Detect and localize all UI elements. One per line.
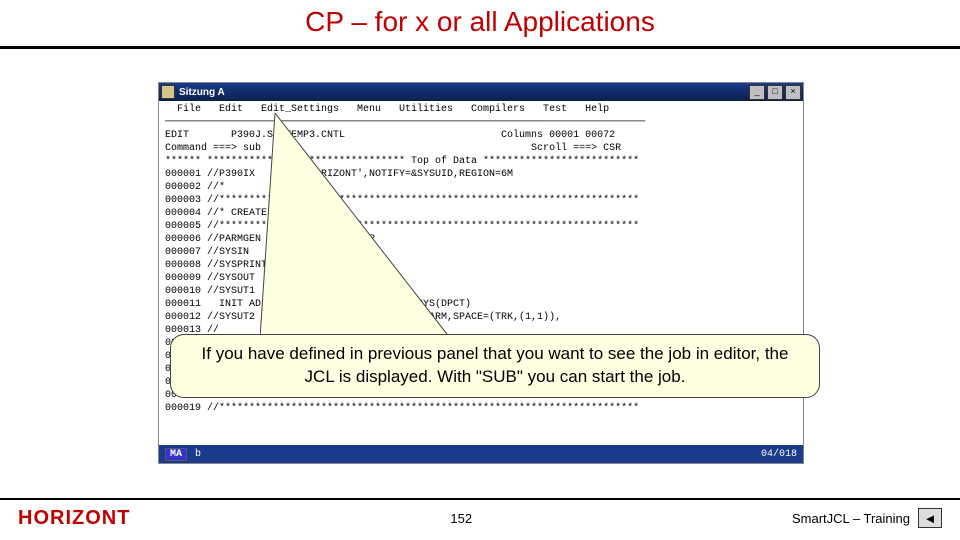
term-line: 000006 //PARMGEN EXEC PGM=IEBGENER	[165, 234, 375, 245]
status-cursor-pos: 04/018	[761, 449, 797, 460]
app-icon	[161, 85, 175, 99]
term-line: 000008 //SYSPRINT DD SYSOUT=*	[165, 260, 339, 271]
minimize-button[interactable]: _	[749, 85, 765, 100]
window-buttons: _ □ ×	[749, 85, 801, 100]
status-left-text: b	[195, 449, 201, 460]
term-line: 000010 //SYSUT1 DD *	[165, 286, 297, 297]
term-line: 000003 //*******************************…	[165, 195, 639, 206]
footer-right: SmartJCL – Training ◄	[792, 508, 942, 528]
term-line: 000007 //SYSIN DD DUMMY	[165, 247, 321, 258]
term-line: ****** *********************************…	[165, 156, 639, 167]
title-rule	[0, 46, 960, 49]
term-line[interactable]: Command ===> sub Scroll ===> CSR	[165, 143, 621, 154]
slide-title: CP – for x or all Applications	[0, 6, 960, 38]
term-line: 000005 //*******************************…	[165, 221, 639, 232]
term-line: 000012 //SYSUT2 DD DISP=(NEW,PASS),DSN=&…	[165, 312, 561, 323]
titlebar-left: Sitzung A	[161, 85, 225, 99]
slide: CP – for x or all Applications Sitzung A…	[0, 0, 960, 540]
window-title: Sitzung A	[179, 87, 225, 98]
term-line: 000002 //*	[165, 182, 225, 193]
term-line: 000009 //SYSOUT DD SYSOUT=*	[165, 273, 339, 284]
term-line: 000011 INIT ADID(*) HIGHDATE(711231) SUB…	[165, 299, 471, 310]
callout-box: If you have defined in previous panel th…	[170, 334, 820, 398]
ispf-menubar[interactable]: File Edit Edit_Settings Menu Utilities C…	[165, 104, 609, 115]
terminal-screenshot: Sitzung A _ □ × File Edit Edit_Settings …	[158, 82, 804, 464]
footer: HORIZONT 152 SmartJCL – Training ◄	[0, 504, 960, 532]
status-mode: MA	[165, 448, 187, 461]
footer-rule	[0, 498, 960, 500]
term-line: EDIT P390J.SPFTEMP3.CNTL Columns 00001 0…	[165, 130, 615, 141]
terminal-statusbar: MA b 04/018	[159, 445, 803, 463]
term-line: 000019 //*******************************…	[165, 403, 639, 414]
page-number: 152	[450, 511, 472, 526]
term-line: 000004 //* CREATE EQQYPARM	[165, 208, 321, 219]
window-titlebar: Sitzung A _ □ ×	[159, 83, 803, 101]
maximize-button[interactable]: □	[767, 85, 783, 100]
product-name: SmartJCL – Training	[792, 511, 910, 526]
back-icon[interactable]: ◄	[918, 508, 942, 528]
close-button[interactable]: ×	[785, 85, 801, 100]
term-line: 000001 //P390IX JOB ,'HORIZONT',NOTIFY=&…	[165, 169, 513, 180]
statusbar-left: MA b	[165, 448, 201, 461]
brand-logo: HORIZONT	[18, 507, 130, 530]
term-line: ────────────────────────────────────────…	[165, 117, 645, 128]
